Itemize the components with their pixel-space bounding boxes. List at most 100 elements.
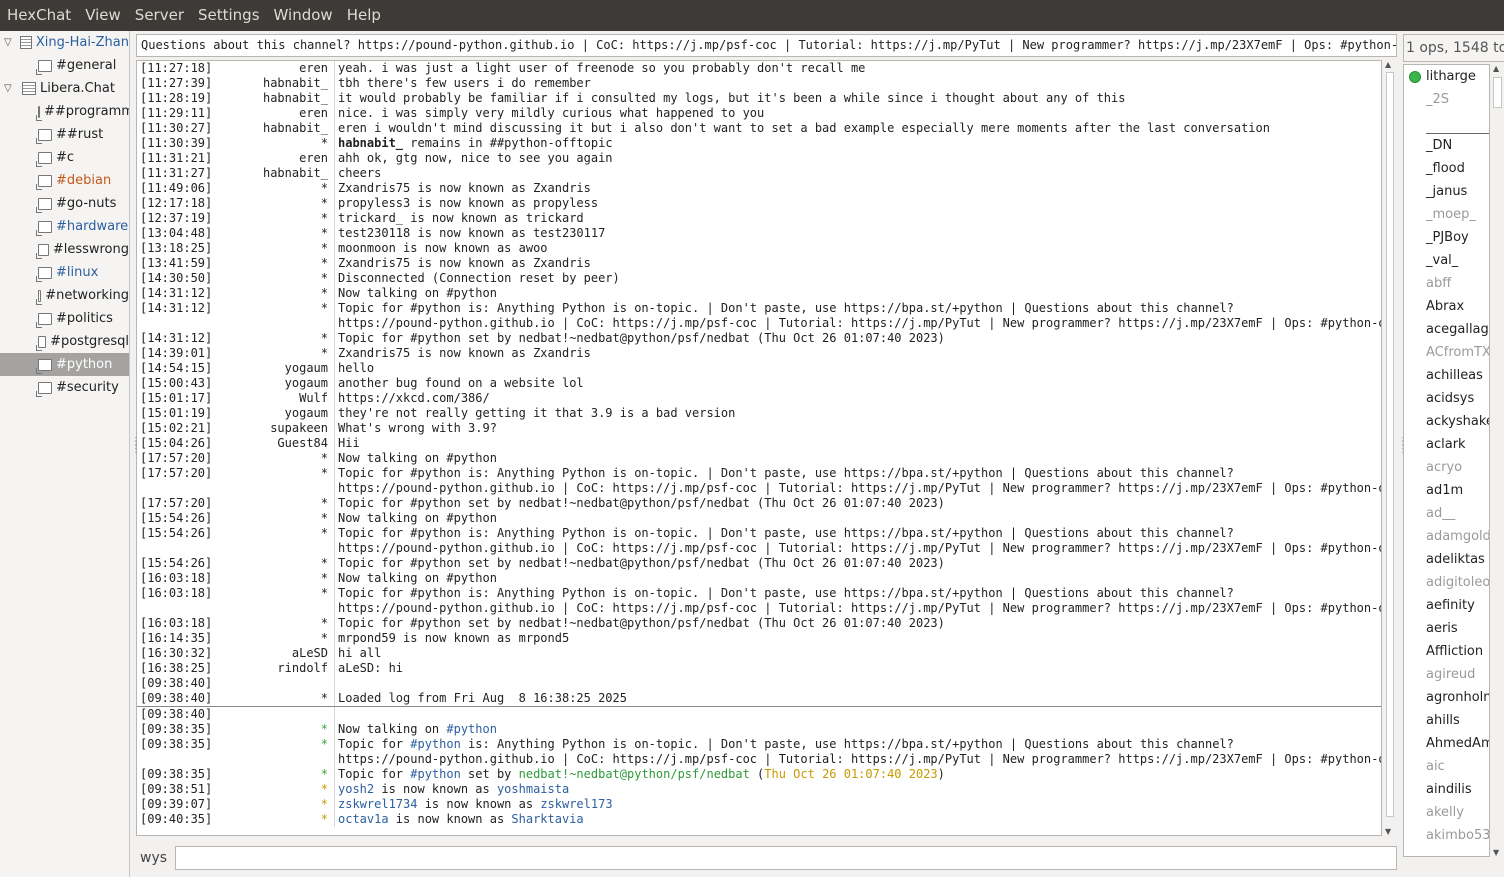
- tree-channel[interactable]: #python: [0, 353, 129, 376]
- pane-grip-left-icon[interactable]: ⋮ ⋮ ⋮: [131, 437, 141, 455]
- user-entry[interactable]: _PJBoy: [1404, 226, 1489, 249]
- user-count: 1 ops, 1548 total: [1403, 34, 1504, 62]
- userlist-scrollbar[interactable]: ▲ ▼: [1491, 64, 1504, 857]
- tree-channel[interactable]: #networking: [0, 284, 129, 307]
- user-entry[interactable]: agronholm: [1404, 686, 1489, 709]
- nick[interactable]: eren: [207, 106, 335, 121]
- user-entry[interactable]: _flood: [1404, 157, 1489, 180]
- menu-window[interactable]: Window: [267, 0, 340, 31]
- user-entry[interactable]: _moep_: [1404, 203, 1489, 226]
- user-entry[interactable]: aindilis: [1404, 778, 1489, 801]
- menu-server[interactable]: Server: [128, 0, 191, 31]
- user-entry[interactable]: acryo: [1404, 456, 1489, 479]
- user-list[interactable]: litharge _2S _DN _flood _janus _moep_ _PJBoy _v…: [1403, 64, 1490, 857]
- user-entry[interactable]: adeliktas: [1404, 548, 1489, 571]
- tree-channel[interactable]: #hardware: [0, 215, 129, 238]
- message-text: propyless3 is now known as propyless: [338, 196, 599, 210]
- userlist-scroll-thumb[interactable]: [1493, 77, 1502, 108]
- message-part: is now known as: [374, 782, 497, 796]
- user-entry[interactable]: aefinity: [1404, 594, 1489, 617]
- user-entry[interactable]: aclark: [1404, 433, 1489, 456]
- user-entry[interactable]: aic: [1404, 755, 1489, 778]
- user-entry[interactable]: adigitoleo: [1404, 571, 1489, 594]
- tree-channel[interactable]: #lesswrong: [0, 238, 129, 261]
- nick: *: [207, 511, 335, 526]
- nick-button[interactable]: wys: [140, 850, 167, 866]
- nick[interactable]: yogaum: [207, 406, 335, 421]
- nick[interactable]: yogaum: [207, 376, 335, 391]
- chat-line: [09:39:07] * zskwrel1734 is now known as z…: [137, 797, 1381, 812]
- bold-nick: habnabit_: [338, 136, 404, 150]
- message-text: [335, 707, 338, 722]
- scroll-up-arrow-icon[interactable]: ▲: [1493, 64, 1499, 73]
- scroll-down-arrow-icon[interactable]: ▼: [1385, 827, 1391, 836]
- user-entry[interactable]: _2S: [1404, 88, 1489, 111]
- timestamp: [14:31:12]: [140, 301, 213, 315]
- nick[interactable]: habnabit_: [207, 76, 335, 91]
- expander-icon[interactable]: ▽: [4, 37, 14, 48]
- nick[interactable]: eren: [207, 151, 335, 166]
- message-part: (: [749, 767, 765, 781]
- tree-channel[interactable]: ##programming: [0, 100, 129, 123]
- user-entry[interactable]: AhmedAmer: [1404, 732, 1489, 755]
- user-entry[interactable]: ad1m: [1404, 479, 1489, 502]
- menu-view[interactable]: View: [78, 0, 128, 31]
- user-entry[interactable]: ACfromTX: [1404, 341, 1489, 364]
- user-entry[interactable]: ad__: [1404, 502, 1489, 525]
- user-entry[interactable]: adamgoldin: [1404, 525, 1489, 548]
- user-name: aic: [1426, 759, 1445, 774]
- user-entry[interactable]: achilleas: [1404, 364, 1489, 387]
- user-entry[interactable]: agireud: [1404, 663, 1489, 686]
- user-entry[interactable]: abff: [1404, 272, 1489, 295]
- tree-server[interactable]: ▽ Xing-Hai-Zhan: [0, 31, 129, 54]
- nick[interactable]: habnabit_: [207, 121, 335, 136]
- user-entry[interactable]: ackyshake: [1404, 410, 1489, 433]
- chat-scroll-thumb[interactable]: [1386, 72, 1394, 817]
- user-entry[interactable]: ahills: [1404, 709, 1489, 732]
- chat-log[interactable]: [11:27:18] eren yeah. i was just a light u…: [136, 60, 1382, 836]
- user-entry[interactable]: aeris: [1404, 617, 1489, 640]
- message-input[interactable]: [175, 846, 1397, 870]
- timestamp: [16:03:18]: [140, 571, 213, 585]
- tree-channel[interactable]: ##rust: [0, 123, 129, 146]
- nick[interactable]: Guest84: [207, 436, 335, 451]
- nick[interactable]: habnabit_: [207, 166, 335, 181]
- tree-channel[interactable]: #go-nuts: [0, 192, 129, 215]
- scroll-up-arrow-icon[interactable]: ▲: [1385, 60, 1391, 69]
- nick[interactable]: rindolf: [207, 661, 335, 676]
- menu-hexchat[interactable]: HexChat: [0, 0, 78, 31]
- tree-channel[interactable]: #linux: [0, 261, 129, 284]
- tree-channel[interactable]: #general: [0, 54, 129, 77]
- tree-channel[interactable]: #c: [0, 146, 129, 169]
- user-entry[interactable]: akelly: [1404, 801, 1489, 824]
- menu-help[interactable]: Help: [340, 0, 388, 31]
- scroll-down-arrow-icon[interactable]: ▼: [1493, 848, 1499, 857]
- user-entry[interactable]: acidsys: [1404, 387, 1489, 410]
- tree-server[interactable]: ▽ Libera.Chat: [0, 77, 129, 100]
- user-entry[interactable]: acegallagher: [1404, 318, 1489, 341]
- message-text: yeah. i was just a light user of freenod…: [338, 61, 866, 75]
- tree-channel[interactable]: #debian: [0, 169, 129, 192]
- tree-channel[interactable]: #politics: [0, 307, 129, 330]
- menu-settings[interactable]: Settings: [191, 0, 267, 31]
- user-entry[interactable]: Affliction: [1404, 640, 1489, 663]
- user-entry[interactable]: _val_: [1404, 249, 1489, 272]
- expander-icon[interactable]: ▽: [4, 83, 16, 94]
- user-entry[interactable]: _DN: [1404, 134, 1489, 157]
- nick[interactable]: aLeSD: [207, 646, 335, 661]
- topic-bar[interactable]: Questions about this channel? https://po…: [136, 34, 1397, 57]
- tree-channel[interactable]: #postgresql: [0, 330, 129, 353]
- user-entry[interactable]: Abrax: [1404, 295, 1489, 318]
- user-name: _2S: [1426, 92, 1450, 107]
- chat-scrollbar[interactable]: ▲ ▼: [1383, 60, 1397, 836]
- nick[interactable]: yogaum: [207, 361, 335, 376]
- user-entry[interactable]: _janus: [1404, 180, 1489, 203]
- nick[interactable]: supakeen: [207, 421, 335, 436]
- chat-line: [09:38:40] * Loaded log from Fri Aug 8 16:…: [137, 691, 1381, 706]
- user-entry[interactable]: akimbo533: [1404, 824, 1489, 847]
- nick[interactable]: eren: [207, 61, 335, 76]
- nick[interactable]: habnabit_: [207, 91, 335, 106]
- user-entry[interactable]: litharge: [1404, 65, 1489, 88]
- tree-channel[interactable]: #security: [0, 376, 129, 399]
- nick[interactable]: Wulf: [207, 391, 335, 406]
